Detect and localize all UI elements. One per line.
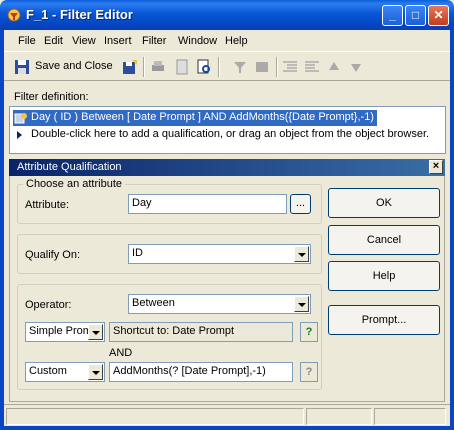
indent-icon[interactable] (282, 59, 298, 75)
qualify-on-select[interactable]: ID (128, 244, 311, 264)
chevron-down-icon[interactable] (88, 364, 103, 380)
choose-attribute-group-title: Choose an attribute (23, 178, 126, 190)
attribute-browse-button[interactable]: ... (290, 194, 311, 214)
window-title: F_1 - Filter Editor (26, 7, 133, 22)
cancel-button[interactable]: Cancel (328, 225, 440, 255)
menu-insert[interactable]: Insert (104, 35, 132, 47)
toolbar-separator (218, 57, 220, 77)
minimize-button[interactable]: _ (382, 5, 403, 26)
outdent-icon[interactable] (304, 59, 320, 75)
filter-qualification-text: Day ( ID ) Between [ Date Prompt ] AND A… (31, 111, 374, 123)
attribute-label: Attribute: (25, 199, 70, 211)
value2-field[interactable]: AddMonths(? [Date Prompt],-1) (109, 362, 293, 382)
menu-help[interactable]: Help (225, 35, 248, 47)
menu-edit[interactable]: Edit (44, 35, 63, 47)
menu-file[interactable]: File (18, 35, 36, 47)
status-cell-2 (306, 408, 372, 425)
filter-hint-text: Double-click here to add a qualification… (31, 128, 430, 140)
ok-button[interactable]: OK (328, 188, 440, 218)
value2-help-icon[interactable]: ? (300, 362, 318, 382)
move-up-icon[interactable] (326, 59, 342, 75)
print-icon[interactable] (150, 59, 166, 75)
window-frame-bottom (0, 426, 454, 430)
value2-type-select[interactable]: Custom (25, 362, 105, 382)
window-frame-right (450, 30, 454, 430)
value1-field[interactable]: Shortcut to: Date Prompt (109, 322, 293, 342)
panel-close-button[interactable]: × (429, 160, 443, 174)
attribute-qualification-title: Attribute Qualification (17, 161, 122, 173)
help-button[interactable]: Help (328, 261, 440, 291)
operator-select[interactable]: Between (128, 294, 311, 314)
chevron-down-icon[interactable] (294, 296, 309, 312)
move-down-icon[interactable] (348, 59, 364, 75)
save-icon (15, 60, 29, 74)
close-button[interactable]: ✕ (428, 5, 449, 26)
qualify-on-label: Qualify On: (25, 249, 81, 261)
toolbar-separator (276, 57, 278, 77)
filter-object-icon[interactable] (232, 59, 248, 75)
shape-icon[interactable] (254, 59, 270, 75)
status-cell-main (6, 408, 304, 425)
operator-value: Between (132, 297, 175, 309)
status-bar (4, 404, 450, 426)
value1-help-icon[interactable]: ? (300, 322, 318, 342)
value1-type-value: Simple Prom (29, 325, 92, 337)
document-icon[interactable] (174, 59, 190, 75)
maximize-button[interactable]: □ (405, 5, 426, 26)
chevron-down-icon[interactable] (294, 246, 309, 262)
chevron-down-icon[interactable] (88, 324, 103, 340)
menu-window[interactable]: Window (178, 35, 217, 47)
filter-hint-line[interactable]: Double-click here to add a qualification… (13, 128, 429, 140)
operator-label: Operator: (25, 299, 72, 311)
preview-icon[interactable] (196, 59, 212, 75)
filter-definition-label: Filter definition: (14, 91, 89, 103)
filter-qualification-line[interactable]: Day ( ID ) Between [ Date Prompt ] AND A… (13, 110, 377, 126)
save-as-icon[interactable] (122, 59, 138, 75)
window-frame-left (0, 30, 4, 430)
value2-type-value: Custom (29, 365, 67, 377)
menu-bar: File Edit View Insert Filter Window Help (4, 30, 450, 52)
triangle-bullet-icon (17, 131, 22, 139)
filter-definition-box[interactable]: Day ( ID ) Between [ Date Prompt ] AND A… (9, 106, 446, 154)
value1-type-select[interactable]: Simple Prom (25, 322, 105, 342)
toolbar-separator (143, 57, 145, 77)
attribute-qualification-header: Attribute Qualification × (9, 159, 445, 176)
qualification-icon (14, 113, 27, 124)
save-and-close-button[interactable]: Save and Close (35, 60, 113, 72)
qualify-on-value: ID (132, 247, 143, 259)
menu-filter[interactable]: Filter (142, 35, 166, 47)
status-cell-3 (374, 408, 446, 425)
toolbar: Save and Close (4, 53, 450, 81)
attribute-field[interactable]: Day (128, 194, 287, 214)
prompt-button[interactable]: Prompt... (328, 305, 440, 335)
filter-editor-app-icon (7, 8, 21, 22)
menu-view[interactable]: View (72, 35, 96, 47)
title-bar[interactable]: F_1 - Filter Editor _ □ ✕ (0, 0, 454, 30)
and-label: AND (109, 347, 133, 359)
